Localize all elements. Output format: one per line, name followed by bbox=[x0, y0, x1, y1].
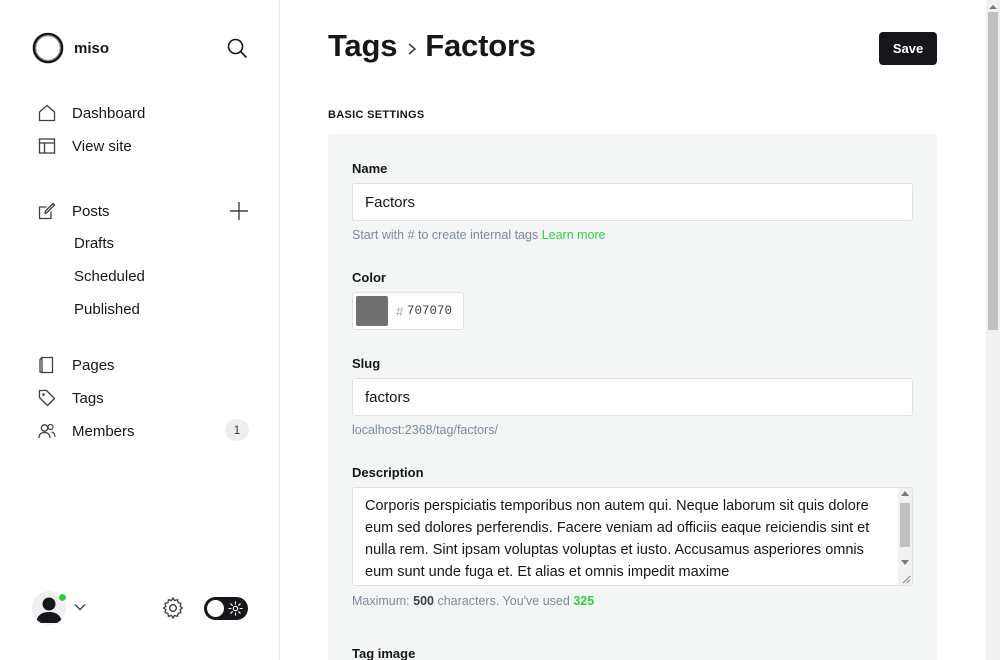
scroll-up-arrow-icon[interactable] bbox=[901, 491, 909, 496]
sidebar-item-posts[interactable]: Posts bbox=[38, 199, 110, 223]
description-textarea[interactable]: Corporis perspiciatis temporibus non aut… bbox=[352, 487, 913, 586]
members-icon bbox=[38, 423, 56, 439]
members-count-badge: 1 bbox=[225, 419, 249, 441]
description-text[interactable]: Corporis perspiciatis temporibus non aut… bbox=[365, 495, 895, 583]
color-field: # bbox=[352, 292, 464, 330]
sidebar-item-pages[interactable]: Pages bbox=[38, 353, 115, 377]
description-label: Description bbox=[352, 465, 424, 480]
name-label: Name bbox=[352, 161, 388, 176]
sidebar-item-label: Tags bbox=[72, 389, 104, 407]
sidebar-item-label: Posts bbox=[72, 202, 110, 220]
page-title: Factors bbox=[425, 28, 536, 63]
page-scroll-thumb[interactable] bbox=[988, 12, 998, 330]
page-scrollbar[interactable] bbox=[986, 0, 1000, 660]
online-status-dot bbox=[57, 592, 68, 603]
color-swatch[interactable] bbox=[356, 296, 388, 326]
tag-image-label: Tag image bbox=[352, 646, 416, 660]
hash-prefix: # bbox=[396, 304, 404, 319]
sidebar-item-published[interactable]: Published bbox=[74, 301, 140, 318]
scroll-up-icon[interactable] bbox=[986, 2, 1000, 12]
color-label: Color bbox=[352, 270, 386, 285]
sidebar-item-tags[interactable]: Tags bbox=[38, 386, 104, 410]
slug-input[interactable] bbox=[352, 378, 913, 416]
color-hex-input[interactable] bbox=[407, 299, 459, 323]
search-icon[interactable] bbox=[226, 37, 248, 59]
brand-logo-icon bbox=[32, 32, 64, 64]
name-input[interactable] bbox=[352, 183, 913, 221]
save-button[interactable]: Save bbox=[879, 32, 937, 65]
sidebar-item-scheduled[interactable]: Scheduled bbox=[74, 268, 145, 285]
sidebar-item-label: Members bbox=[72, 422, 135, 440]
chevron-right-icon bbox=[408, 43, 417, 55]
counter-middle: characters. You've used bbox=[437, 594, 570, 608]
learn-more-link[interactable]: Learn more bbox=[542, 228, 606, 242]
edit-icon bbox=[38, 202, 56, 220]
chevron-down-icon[interactable] bbox=[73, 600, 87, 614]
sidebar-item-members[interactable]: Members bbox=[38, 419, 135, 443]
sun-icon bbox=[228, 601, 243, 616]
textarea-scrollbar[interactable] bbox=[898, 488, 912, 585]
section-heading: BASIC SETTINGS bbox=[328, 109, 425, 121]
sidebar: miso Dashboard View site Posts Drafts Sc… bbox=[0, 0, 280, 660]
breadcrumb-parent-link[interactable]: Tags bbox=[328, 28, 397, 64]
description-counter: Maximum: 500 characters. You've used 325 bbox=[352, 594, 594, 608]
page-icon bbox=[39, 356, 54, 374]
add-post-icon[interactable] bbox=[228, 200, 250, 222]
tag-icon bbox=[38, 389, 56, 407]
layout-icon bbox=[38, 138, 56, 154]
sidebar-item-view-site[interactable]: View site bbox=[38, 134, 132, 158]
breadcrumb: Tags Factors bbox=[328, 28, 536, 64]
gear-icon[interactable] bbox=[161, 596, 185, 620]
counter-used: 325 bbox=[573, 594, 595, 608]
brand-name: miso bbox=[74, 39, 110, 57]
sidebar-item-label: Dashboard bbox=[72, 104, 146, 122]
slug-url-hint: localhost:2368/tag/factors/ bbox=[352, 423, 498, 437]
counter-max: 500 bbox=[413, 594, 434, 608]
sidebar-item-dashboard[interactable]: Dashboard bbox=[38, 101, 145, 125]
brand[interactable]: miso bbox=[32, 32, 109, 64]
textarea-scroll-thumb[interactable] bbox=[900, 503, 910, 547]
scroll-down-arrow-icon[interactable] bbox=[901, 560, 909, 565]
sidebar-item-drafts[interactable]: Drafts bbox=[74, 235, 114, 252]
name-hint: Start with # to create internal tags Lea… bbox=[352, 228, 606, 242]
counter-prefix: Maximum: bbox=[352, 594, 410, 608]
sidebar-item-label: Pages bbox=[72, 356, 115, 374]
home-icon bbox=[38, 104, 56, 122]
toggle-knob bbox=[207, 600, 224, 617]
resize-handle-icon[interactable] bbox=[901, 574, 911, 584]
dark-mode-toggle[interactable] bbox=[204, 597, 248, 620]
slug-label: Slug bbox=[352, 356, 381, 371]
name-hint-text: Start with # to create internal tags bbox=[352, 228, 539, 242]
sidebar-item-label: View site bbox=[72, 137, 132, 155]
